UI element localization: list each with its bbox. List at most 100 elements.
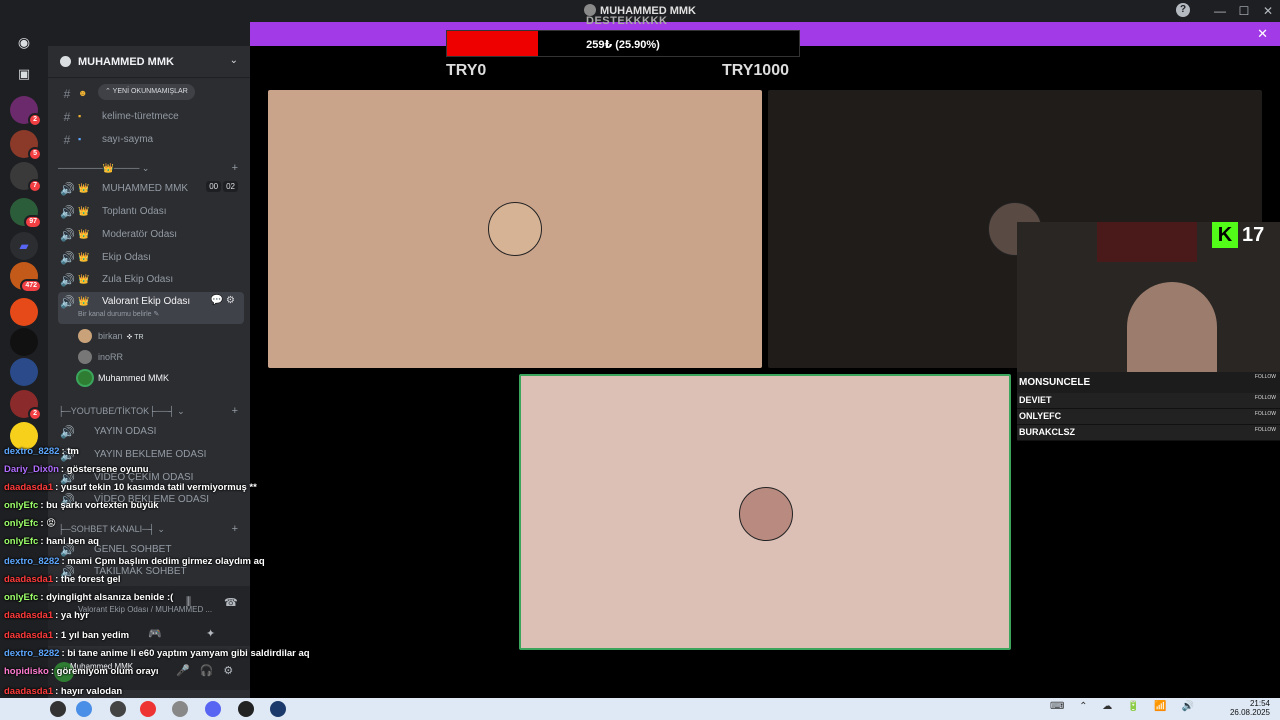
activity-icon[interactable]: 🎮 [148, 627, 162, 640]
server-avatar[interactable]: 97 [10, 198, 42, 229]
speaker-icon: 🔊 [60, 205, 75, 219]
server-header[interactable]: MUHAMMED MMK ⌄ [48, 46, 250, 78]
participant-tile-3-speaking[interactable] [519, 374, 1011, 650]
add-channel-icon[interactable]: + [232, 405, 238, 417]
server-avatar[interactable]: 2 [10, 96, 42, 127]
server-avatar[interactable]: 7 [10, 162, 42, 193]
add-channel-icon[interactable]: + [232, 523, 238, 535]
crown-icon: 👑 [78, 274, 90, 284]
server-avatar[interactable] [10, 358, 38, 386]
voice-channel-5-active[interactable]: 🔊 👑 Valorant Ekip Odası 💬⚙ Bir kanal dur… [58, 292, 244, 324]
chat-text: : 😡 [40, 518, 57, 529]
clock-date: 26.08.2025 [1229, 708, 1270, 717]
participant-tile-1[interactable] [268, 90, 762, 368]
channel-text-2[interactable]: # ▪ sayı-sayma [58, 130, 244, 150]
hash-icon: # [63, 87, 71, 101]
taskbar-app-icon[interactable] [140, 701, 156, 717]
goal-amount: 259₺ (25.90%) [586, 39, 660, 51]
category-header-1[interactable]: ───────👑──── ⌄ + [58, 162, 244, 174]
server-avatar[interactable] [10, 328, 38, 356]
chevron-down-icon[interactable]: ⌄ [230, 55, 238, 66]
member-name: Muhammed MMK [98, 373, 170, 383]
flag-backdrop [1097, 222, 1197, 262]
crown-icon: 👑 [78, 252, 90, 262]
category-header-3[interactable]: ├─SOHBET KANALI─┤ ⌄ + [58, 523, 244, 535]
close-button[interactable]: ✕ [1256, 0, 1280, 22]
chat-message: daadasda1: ya hyr [4, 610, 89, 621]
crown-icon: 👑 [78, 296, 90, 306]
member-name: inoRR [98, 352, 124, 362]
channel-text-1[interactable]: # ▪ kelime-türetmece [58, 107, 244, 127]
crown-icon: 👑 [78, 183, 90, 193]
channel-actions[interactable]: 💬⚙ [211, 295, 238, 306]
voice-channel-1[interactable]: 🔊 👑 Toplantı Odası [58, 202, 244, 222]
taskbar-app-icon[interactable] [110, 701, 126, 717]
taskbar-app-icon[interactable] [50, 701, 66, 717]
avatar [78, 329, 92, 343]
channel-status[interactable]: Bir kanal durumu belirle ✎ [78, 310, 159, 318]
follower-name: BURAKCLSZ [1019, 427, 1075, 437]
chat-text: : the forest gel [55, 574, 121, 585]
maximize-button[interactable]: ☐ [1232, 0, 1256, 22]
server-avatar[interactable]: 5 [10, 130, 42, 161]
category-header-2[interactable]: ├─YOUTUBE/TİKTOK├──┤ ⌄ + [58, 405, 244, 417]
unread-badge: 5 [28, 147, 42, 161]
add-channel-icon[interactable]: + [232, 162, 238, 174]
banner-close-icon[interactable]: ✕ [1257, 26, 1268, 42]
folder-icon[interactable]: ▰ [10, 232, 38, 260]
inbox-icon[interactable]: ▣ [10, 60, 38, 88]
follow-row: ONLYEFC FOLLOW [1017, 409, 1280, 425]
chat-text: : mami Cpm başlım dedim girmez olaydım a… [61, 556, 265, 567]
chat-message: onlyEfc: 😡 [4, 518, 56, 529]
steam-taskbar-icon[interactable] [270, 701, 286, 717]
system-tray-icons[interactable]: ⌨ ⌃ ☁ 🔋 📶 🔊 [1050, 701, 1200, 712]
clock[interactable]: 21:54 26.08.2025 [1230, 699, 1270, 717]
channel-label: kelime-türetmece [102, 111, 179, 122]
voice-channel-path[interactable]: Valorant Ekip Odası / MUHAMMED ... [78, 605, 212, 614]
server-avatar[interactable] [10, 298, 38, 326]
chat-text: : hayır valodan [55, 686, 123, 697]
taskbar-app-icon[interactable] [238, 701, 254, 717]
voice-channel-yayin-bekleme[interactable]: 🔊 YAYIN BEKLEME ODASI [58, 445, 244, 465]
soundboard-icon[interactable]: ✦ [206, 627, 215, 640]
voice-channel-3[interactable]: 🔊 👑 Ekip Odası [58, 248, 244, 268]
user-controls[interactable]: 🎤🎧⚙ [176, 664, 243, 677]
new-unreads-pill[interactable]: ⌃ YENİ OKUNMAMIŞLAR [98, 84, 195, 100]
speaker-icon: 🔊 [60, 273, 75, 287]
discord-taskbar-icon[interactable] [205, 701, 221, 717]
follow-label: FOLLOW [1254, 395, 1276, 401]
clock-time: 21:54 [1249, 699, 1270, 708]
disconnect-icon[interactable]: ☎ [224, 596, 238, 609]
goal-min-label: TRY0 [446, 62, 487, 79]
channel-label: Ekip Odası [102, 252, 151, 263]
kick-viewer-widget: K 17 [1212, 222, 1280, 250]
chat-message: onlyEfc: bu şarkı vortexten büyük [4, 500, 159, 511]
taskbar-app-icon[interactable] [172, 701, 188, 717]
voice-channel-4[interactable]: 🔊 👑 Zula Ekip Odası [58, 270, 244, 290]
voice-channel-yayin[interactable]: 🔊 YAYIN ODASI [58, 422, 244, 442]
unread-badge: 97 [24, 215, 42, 229]
chat-message: daadasda1: the forest gel [4, 574, 121, 585]
voice-channel-0[interactable]: 🔊 👑 MUHAMMED MMK 00 02 [58, 179, 244, 199]
chat-username: onlyEfc [4, 592, 39, 603]
taskbar-app-icon[interactable] [76, 701, 92, 717]
voice-channel-2[interactable]: 🔊 👑 Moderatör Odası [58, 225, 244, 245]
minimize-button[interactable]: — [1208, 0, 1232, 22]
discord-home-icon[interactable]: ◉ [10, 28, 38, 56]
chat-username: dextro_8282 [4, 446, 60, 457]
server-avatar[interactable]: 2 [10, 390, 42, 421]
viewer-count: 17 [1242, 224, 1265, 246]
server-avatar[interactable]: 472 [10, 262, 42, 293]
chat-message: daadasda1: hayır valodan [4, 686, 122, 697]
chat-username: onlyEfc [4, 518, 39, 529]
unread-badge: 472 [20, 279, 42, 293]
channel-label: Toplantı Odası [102, 206, 167, 217]
follow-label: FOLLOW [1254, 374, 1276, 380]
chat-username: hopidisko [4, 666, 49, 677]
crown-icon: 👑 [78, 206, 90, 216]
follow-label: FOLLOW [1254, 411, 1276, 417]
server-badge-icon [60, 56, 71, 67]
follow-label: FOLLOW [1254, 427, 1276, 433]
follower-name: DEVIET [1019, 395, 1052, 405]
help-icon[interactable]: ? [1176, 3, 1190, 17]
